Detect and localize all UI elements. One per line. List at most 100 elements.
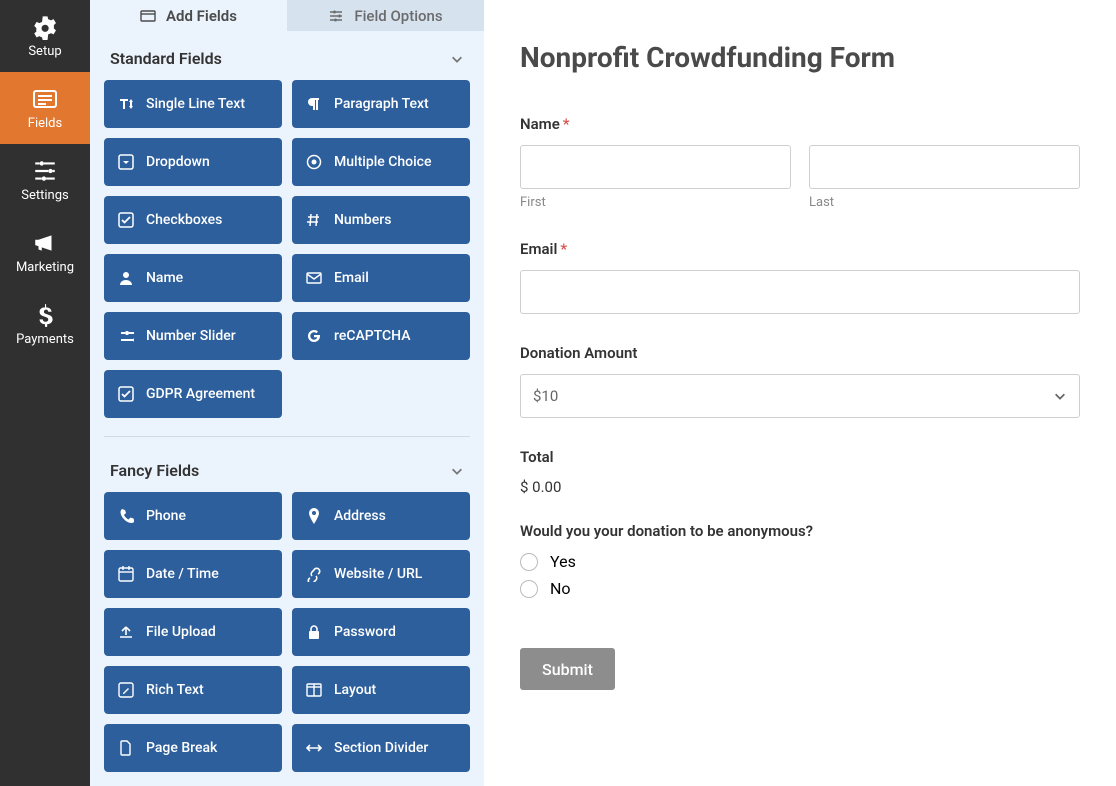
field-rich-text[interactable]: Rich Text bbox=[104, 666, 282, 714]
field-dropdown[interactable]: Dropdown bbox=[104, 138, 282, 186]
calendar-icon bbox=[118, 566, 134, 582]
rail-label: Fields bbox=[28, 116, 62, 131]
field-email[interactable]: Email bbox=[292, 254, 470, 302]
radio-icon bbox=[520, 553, 538, 571]
rail-label: Settings bbox=[21, 188, 68, 203]
field-donation: Donation Amount $10 bbox=[520, 344, 1080, 418]
window-icon bbox=[140, 8, 156, 24]
field-label: Address bbox=[334, 508, 386, 524]
email-label: Email* bbox=[520, 240, 1080, 258]
divider bbox=[104, 436, 470, 437]
google-icon bbox=[306, 328, 322, 344]
radio-no-row[interactable]: No bbox=[520, 579, 1080, 598]
rail-label: Marketing bbox=[16, 260, 74, 275]
section-standard-header[interactable]: Standard Fields bbox=[90, 31, 484, 80]
radio-icon bbox=[520, 580, 538, 598]
field-label: Name bbox=[146, 270, 183, 286]
donation-select[interactable]: $10 bbox=[520, 374, 1080, 418]
field-email: Email* bbox=[520, 240, 1080, 314]
field-gdpr-agreement[interactable]: GDPR Agreement bbox=[104, 370, 282, 418]
rail-settings[interactable]: Settings bbox=[0, 144, 90, 216]
field-section-divider[interactable]: Section Divider bbox=[292, 724, 470, 772]
sliders-icon bbox=[32, 158, 58, 184]
options-icon bbox=[328, 8, 344, 24]
field-name: Name* First Last bbox=[520, 115, 1080, 210]
rail-setup[interactable]: Setup bbox=[0, 0, 90, 72]
field-password[interactable]: Password bbox=[292, 608, 470, 656]
form-title: Nonprofit Crowdfunding Form bbox=[520, 40, 1080, 75]
user-icon bbox=[118, 270, 134, 286]
field-label: Numbers bbox=[334, 212, 391, 228]
tab-add-fields[interactable]: Add Fields bbox=[90, 0, 287, 31]
field-label: File Upload bbox=[146, 624, 216, 640]
last-name-input[interactable] bbox=[809, 145, 1080, 189]
last-sublabel: Last bbox=[809, 195, 1080, 210]
email-input[interactable] bbox=[520, 270, 1080, 314]
field-total: Total $ 0.00 bbox=[520, 448, 1080, 496]
field-label: GDPR Agreement bbox=[146, 386, 255, 402]
preview-area: Nonprofit Crowdfunding Form Name* First … bbox=[484, 0, 1116, 786]
field-recaptcha[interactable]: reCAPTCHA bbox=[292, 312, 470, 360]
file-icon bbox=[118, 740, 134, 756]
field-checkboxes[interactable]: Checkboxes bbox=[104, 196, 282, 244]
rail-payments[interactable]: Payments bbox=[0, 288, 90, 360]
map-pin-icon bbox=[306, 508, 322, 524]
anon-label: Would you your donation to be anonymous? bbox=[520, 522, 1080, 540]
submit-button[interactable]: Submit bbox=[520, 648, 615, 690]
field-label: Rich Text bbox=[146, 682, 204, 698]
arrows-h-icon bbox=[306, 740, 322, 756]
field-label: Layout bbox=[334, 682, 376, 698]
envelope-icon bbox=[306, 270, 322, 286]
radio-yes-label: Yes bbox=[550, 552, 576, 571]
field-number-slider[interactable]: Number Slider bbox=[104, 312, 282, 360]
field-label: Multiple Choice bbox=[334, 154, 431, 170]
field-layout[interactable]: Layout bbox=[292, 666, 470, 714]
donation-value: $10 bbox=[533, 387, 558, 405]
rail-label: Payments bbox=[16, 332, 74, 347]
caret-square-icon bbox=[118, 154, 134, 170]
field-name[interactable]: Name bbox=[104, 254, 282, 302]
rail-fields[interactable]: Fields bbox=[0, 72, 90, 144]
dot-circle-icon bbox=[306, 154, 322, 170]
field-phone[interactable]: Phone bbox=[104, 492, 282, 540]
link-icon bbox=[306, 566, 322, 582]
bullhorn-icon bbox=[32, 230, 58, 256]
field-single-line-text[interactable]: Single Line Text bbox=[104, 80, 282, 128]
field-label: Checkboxes bbox=[146, 212, 222, 228]
field-paragraph-text[interactable]: Paragraph Text bbox=[292, 80, 470, 128]
check-square-icon bbox=[118, 386, 134, 402]
field-numbers[interactable]: Numbers bbox=[292, 196, 470, 244]
first-name-input[interactable] bbox=[520, 145, 791, 189]
section-title: Standard Fields bbox=[110, 49, 222, 68]
section-fancy-header[interactable]: Fancy Fields bbox=[90, 443, 484, 492]
edit-square-icon bbox=[118, 682, 134, 698]
radio-yes-row[interactable]: Yes bbox=[520, 552, 1080, 571]
rail-marketing[interactable]: Marketing bbox=[0, 216, 90, 288]
radio-no-label: No bbox=[550, 579, 571, 598]
field-label: Single Line Text bbox=[146, 96, 245, 112]
field-anonymous: Would you your donation to be anonymous?… bbox=[520, 522, 1080, 598]
field-date-time[interactable]: Date / Time bbox=[104, 550, 282, 598]
tab-label: Field Options bbox=[354, 7, 442, 25]
chevron-down-icon bbox=[450, 464, 464, 478]
rail-label: Setup bbox=[28, 44, 61, 59]
field-multiple-choice[interactable]: Multiple Choice bbox=[292, 138, 470, 186]
field-address[interactable]: Address bbox=[292, 492, 470, 540]
sliders-icon bbox=[118, 328, 134, 344]
field-file-upload[interactable]: File Upload bbox=[104, 608, 282, 656]
field-label: Phone bbox=[146, 508, 186, 524]
field-page-break[interactable]: Page Break bbox=[104, 724, 282, 772]
field-label: reCAPTCHA bbox=[334, 328, 411, 344]
field-website-url[interactable]: Website / URL bbox=[292, 550, 470, 598]
standard-fields-grid: Single Line Text Paragraph TextDropdown Mu… bbox=[90, 80, 484, 432]
chevron-down-icon bbox=[1053, 389, 1067, 403]
fields-panel: Add Fields Field Options Standard Fields… bbox=[90, 0, 484, 786]
gear-icon bbox=[32, 14, 58, 40]
upload-icon bbox=[118, 624, 134, 640]
first-sublabel: First bbox=[520, 195, 791, 210]
columns-icon bbox=[306, 682, 322, 698]
tab-field-options[interactable]: Field Options bbox=[287, 0, 484, 31]
check-square-icon bbox=[118, 212, 134, 228]
total-value: $ 0.00 bbox=[520, 478, 1080, 496]
total-label: Total bbox=[520, 448, 1080, 466]
